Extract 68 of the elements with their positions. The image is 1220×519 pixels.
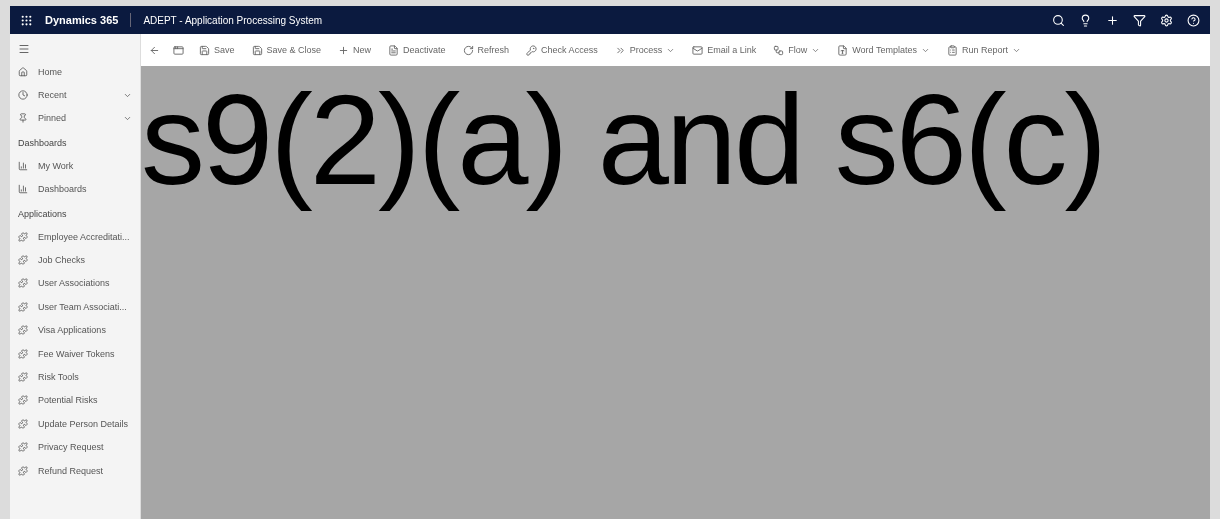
toolbar-button[interactable]: Check Access bbox=[524, 42, 600, 58]
lightbulb-icon[interactable] bbox=[1079, 13, 1092, 27]
puzzle-icon bbox=[18, 301, 28, 312]
toolbar-button[interactable]: Refresh bbox=[460, 42, 512, 58]
nav-item[interactable]: Update Person Details bbox=[10, 412, 140, 436]
toolbar-button[interactable]: Save & Close bbox=[249, 42, 324, 58]
nav-item[interactable]: User Team Associati... bbox=[10, 295, 140, 319]
toolbar-button[interactable]: Deactivate bbox=[386, 42, 448, 58]
nav-item[interactable]: Refund Request bbox=[10, 458, 140, 483]
puzzle-icon bbox=[18, 231, 28, 242]
toolbar-button[interactable]: New bbox=[336, 42, 374, 58]
toolbar-button[interactable]: Email a Link bbox=[690, 42, 759, 58]
nav-item[interactable]: Potential Risks bbox=[10, 388, 140, 413]
key-icon bbox=[526, 44, 538, 56]
plus-icon bbox=[338, 44, 350, 56]
mail-icon bbox=[692, 44, 704, 56]
puzzle-icon bbox=[18, 395, 28, 406]
toolbar-button[interactable]: Run Report bbox=[944, 42, 1023, 58]
menu-icon[interactable] bbox=[18, 43, 30, 55]
nav-item[interactable]: Employee Accreditati... bbox=[10, 224, 140, 249]
nav-item[interactable]: My Work bbox=[10, 154, 140, 178]
puzzle-icon bbox=[18, 442, 28, 453]
puzzle-icon bbox=[18, 465, 28, 476]
app-launcher-icon[interactable] bbox=[20, 13, 33, 27]
clock-icon bbox=[18, 90, 28, 101]
nav-item[interactable]: Privacy Request bbox=[10, 435, 140, 459]
search-icon[interactable] bbox=[1052, 13, 1065, 27]
home-icon bbox=[18, 66, 28, 77]
refresh-icon bbox=[462, 44, 474, 56]
save-icon bbox=[199, 44, 210, 56]
back-icon[interactable] bbox=[149, 44, 160, 56]
nav-item[interactable]: User Associations bbox=[10, 271, 140, 296]
nav-item[interactable]: Job Checks bbox=[10, 248, 140, 272]
app-name: Dynamics 365 bbox=[45, 14, 119, 26]
plus-icon[interactable] bbox=[1106, 13, 1119, 27]
puzzle-icon bbox=[18, 348, 28, 359]
document-icon bbox=[388, 44, 400, 56]
nav-item[interactable]: Visa Applications bbox=[10, 318, 140, 342]
flow-icon bbox=[773, 44, 785, 56]
puzzle-icon bbox=[18, 278, 28, 289]
group-title: Dashboards bbox=[17, 137, 68, 151]
window-icon[interactable] bbox=[173, 44, 184, 56]
clipboard-icon bbox=[946, 44, 958, 56]
filter-icon[interactable] bbox=[1133, 13, 1146, 27]
nav-item[interactable]: Fee Waiver Tokens bbox=[10, 341, 140, 366]
save-icon bbox=[251, 44, 263, 56]
redaction-block: s9(2)(a) and s6(c) bbox=[141, 66, 1210, 519]
nav-item[interactable]: Home bbox=[10, 60, 140, 84]
toolbar-button[interactable]: Word Templates bbox=[835, 42, 932, 58]
nav-item[interactable]: Dashboards bbox=[10, 177, 140, 201]
app-title: ADEPT - Application Processing System bbox=[143, 14, 323, 26]
document-icon bbox=[837, 44, 849, 56]
settings-icon[interactable] bbox=[1160, 13, 1173, 27]
toolbar-button[interactable]: Process bbox=[612, 42, 678, 58]
nav-item[interactable]: Pinned bbox=[10, 106, 140, 131]
puzzle-icon bbox=[18, 255, 28, 266]
nav-item[interactable]: Risk Tools bbox=[10, 365, 140, 389]
puzzle-icon bbox=[18, 372, 28, 382]
help-icon[interactable] bbox=[1187, 13, 1200, 27]
chart-icon bbox=[18, 184, 28, 195]
group-title: Applications bbox=[17, 207, 68, 221]
puzzle-icon bbox=[18, 325, 28, 336]
toolbar-button[interactable]: Flow bbox=[771, 42, 823, 58]
puzzle-icon bbox=[18, 418, 28, 429]
pin-icon bbox=[18, 113, 28, 124]
nav-item[interactable]: Recent bbox=[10, 83, 140, 107]
toolbar-button[interactable]: Save bbox=[197, 42, 237, 58]
chart-icon bbox=[18, 160, 28, 171]
